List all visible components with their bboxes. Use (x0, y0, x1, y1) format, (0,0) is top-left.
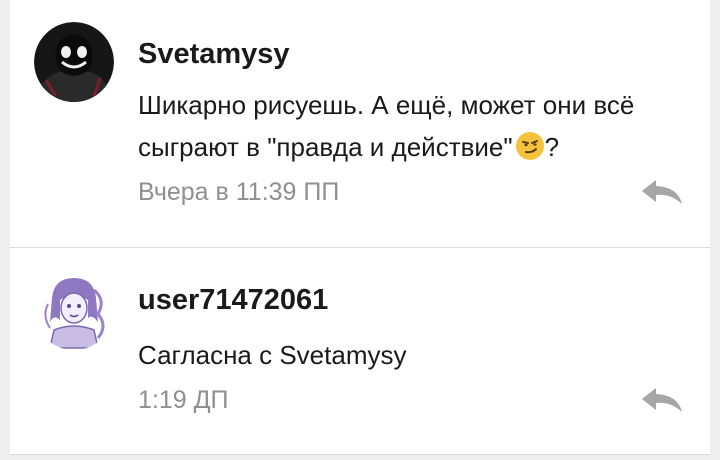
purple-sketch-avatar-icon (34, 270, 114, 350)
comment-text-tail: ? (544, 132, 560, 162)
comment-text: Сагласна с Svetamysy (138, 340, 407, 370)
comment-text: Шикарно рисуешь. А ещё, может они всё сы… (138, 84, 698, 168)
avatar[interactable] (34, 22, 114, 102)
reply-button[interactable] (640, 386, 684, 414)
smirk-emoji-icon (515, 131, 545, 161)
reply-button[interactable] (640, 178, 684, 206)
divider (10, 454, 710, 455)
reply-icon (642, 388, 682, 412)
comment-item: user71472061 Сагласна с Svetamysy 1:19 Д… (10, 248, 710, 454)
reply-icon (642, 180, 682, 204)
comment-author[interactable]: Svetamysy (138, 38, 290, 71)
dark-character-avatar-icon (34, 22, 114, 102)
comment-timestamp: 1:19 ДП (138, 386, 229, 414)
comment-text-body: Шикарно рисуешь. А ещё, может они всё сы… (138, 90, 635, 162)
comment-timestamp: Вчера в 11:39 ПП (138, 178, 340, 206)
comment-feed: Svetamysy Шикарно рисуешь. А ещё, может … (0, 0, 720, 460)
avatar[interactable] (34, 270, 114, 350)
comment-author[interactable]: user71472061 (138, 284, 328, 317)
comment-item: Svetamysy Шикарно рисуешь. А ещё, может … (10, 0, 710, 247)
